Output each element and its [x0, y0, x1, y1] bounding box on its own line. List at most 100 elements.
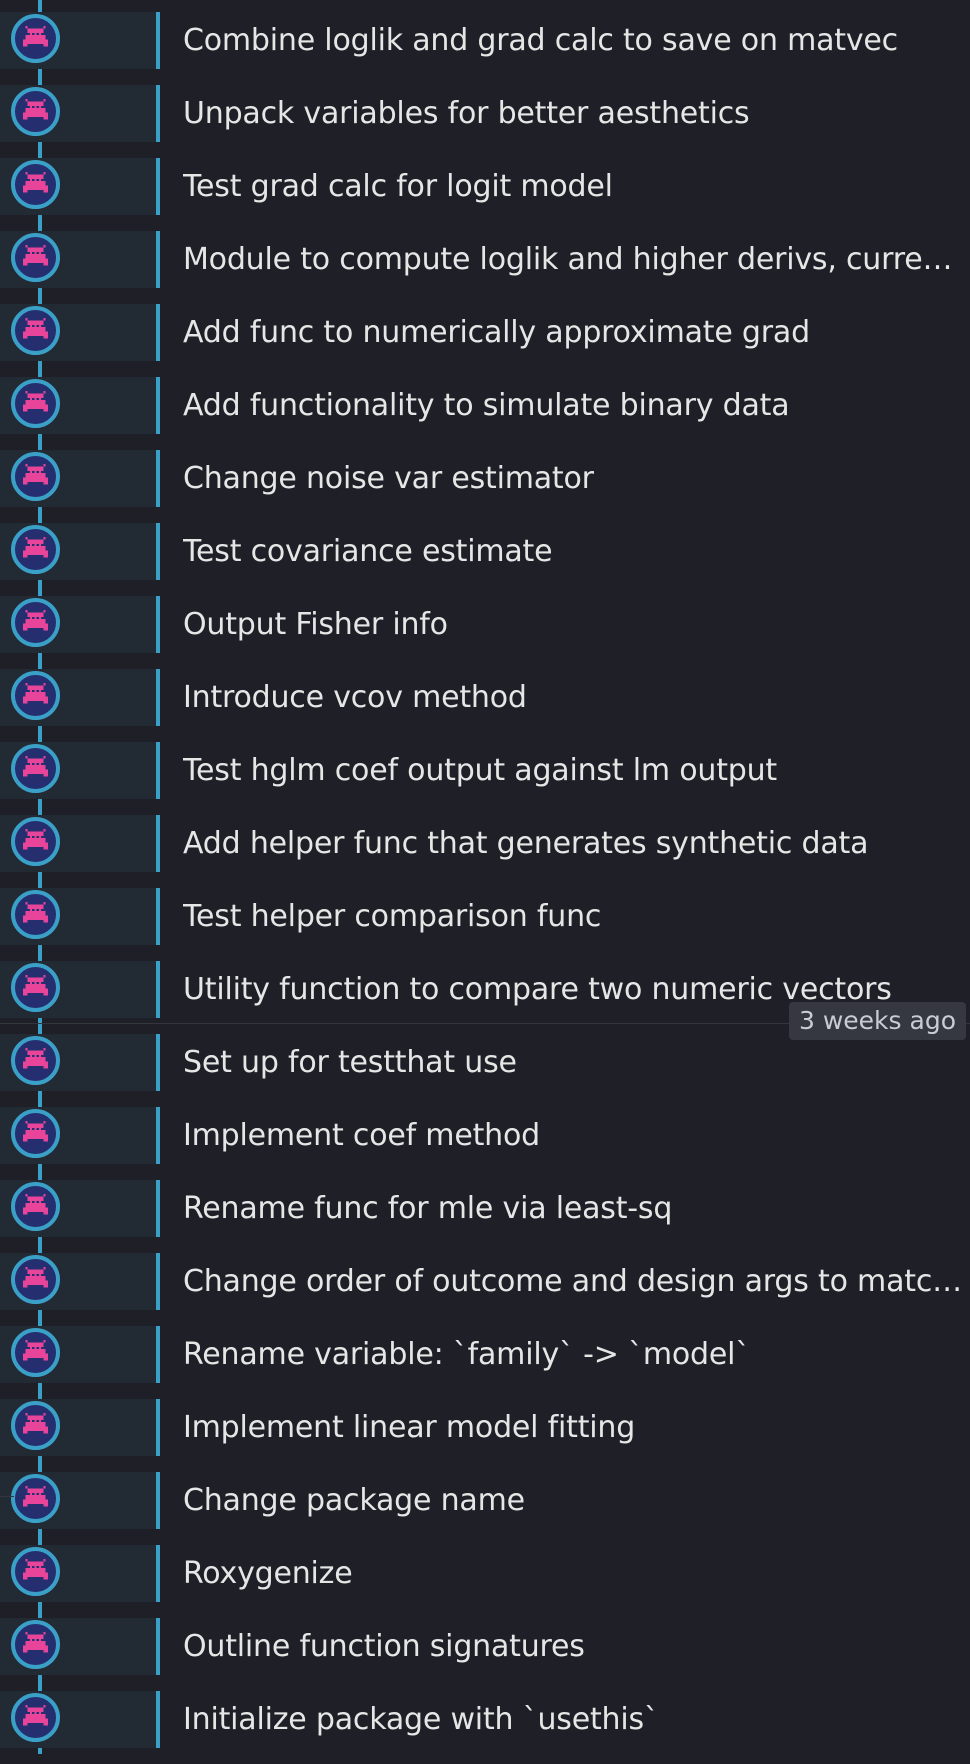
commit-message[interactable]: Implement coef method	[183, 1107, 965, 1164]
pixel-invader-icon	[23, 902, 48, 923]
commit-row-edge	[156, 1545, 160, 1602]
commit-message[interactable]: Test grad calc for logit model	[183, 158, 965, 215]
author-avatar[interactable]	[11, 817, 60, 866]
commit-row[interactable]: Implement coef method	[0, 1107, 970, 1180]
commit-message[interactable]: Outline function signatures	[183, 1618, 965, 1675]
pixel-invader-icon	[23, 1705, 48, 1726]
commit-row[interactable]: Combine loglik and grad calc to save on …	[0, 12, 970, 85]
commit-message[interactable]: Rename variable: `family` -> `model`	[183, 1326, 965, 1383]
pixel-invader-icon	[23, 318, 48, 339]
commit-row[interactable]: Rename func for mle via least-sq	[0, 1180, 970, 1253]
commit-row[interactable]: Rename variable: `family` -> `model`	[0, 1326, 970, 1399]
author-avatar[interactable]	[11, 1182, 60, 1231]
commit-message[interactable]: Change order of outcome and design args …	[183, 1253, 965, 1310]
commit-row-edge	[156, 158, 160, 215]
commit-message[interactable]: Combine loglik and grad calc to save on …	[183, 12, 965, 69]
commit-row-edge	[156, 1034, 160, 1091]
author-avatar[interactable]	[11, 1255, 60, 1304]
author-avatar[interactable]	[11, 671, 60, 720]
pixel-invader-icon	[23, 245, 48, 266]
commit-row[interactable]: Implement linear model fitting	[0, 1399, 970, 1472]
pixel-invader-icon	[23, 829, 48, 850]
commit-row[interactable]: Set up for testthat use	[0, 1034, 970, 1107]
commit-row-edge	[156, 1107, 160, 1164]
commit-row[interactable]: Unpack variables for better aesthetics	[0, 85, 970, 158]
author-avatar[interactable]	[11, 1474, 60, 1523]
commit-message[interactable]: Add functionality to simulate binary dat…	[183, 377, 965, 434]
author-avatar[interactable]	[11, 890, 60, 939]
pixel-invader-icon	[23, 756, 48, 777]
author-avatar[interactable]	[11, 452, 60, 501]
author-avatar[interactable]	[11, 87, 60, 136]
pixel-invader-icon	[23, 537, 48, 558]
author-avatar[interactable]	[11, 1328, 60, 1377]
commit-row[interactable]: Test hglm coef output against lm output	[0, 742, 970, 815]
commit-row-edge	[156, 1618, 160, 1675]
author-avatar[interactable]	[11, 525, 60, 574]
pixel-invader-icon	[23, 1559, 48, 1580]
author-avatar[interactable]	[11, 379, 60, 428]
commit-message[interactable]: Introduce vcov method	[183, 669, 965, 726]
commit-row[interactable]: Initialize package with `usethis`	[0, 1691, 970, 1764]
author-avatar[interactable]	[11, 744, 60, 793]
author-avatar[interactable]	[11, 598, 60, 647]
commit-message[interactable]: Test hglm coef output against lm output	[183, 742, 965, 799]
commit-message[interactable]: Rename func for mle via least-sq	[183, 1180, 965, 1237]
author-avatar[interactable]	[11, 306, 60, 355]
author-avatar[interactable]	[11, 1401, 60, 1450]
commit-message[interactable]: Change package name	[183, 1472, 965, 1529]
commit-row[interactable]: Change noise var estimator	[0, 450, 970, 523]
pixel-invader-icon	[23, 26, 48, 47]
commit-row-edge	[156, 815, 160, 872]
author-avatar[interactable]	[11, 1693, 60, 1742]
commit-row[interactable]: Outline function signatures	[0, 1618, 970, 1691]
author-avatar[interactable]	[11, 963, 60, 1012]
author-avatar[interactable]	[11, 14, 60, 63]
commit-row[interactable]: Module to compute loglik and higher deri…	[0, 231, 970, 304]
commit-row[interactable]: Add func to numerically approximate grad	[0, 304, 970, 377]
commit-message[interactable]: Implement linear model fitting	[183, 1399, 965, 1456]
author-avatar[interactable]	[11, 160, 60, 209]
commit-row[interactable]: Change package name	[0, 1472, 970, 1545]
commit-row[interactable]: Change order of outcome and design args …	[0, 1253, 970, 1326]
commit-row[interactable]: Add functionality to simulate binary dat…	[0, 377, 970, 450]
commit-message[interactable]: Roxygenize	[183, 1545, 965, 1602]
commit-row[interactable]: Add helper func that generates synthetic…	[0, 815, 970, 888]
author-avatar[interactable]	[11, 1109, 60, 1158]
author-avatar[interactable]	[11, 1547, 60, 1596]
commit-message[interactable]: Initialize package with `usethis`	[183, 1691, 965, 1748]
commit-row[interactable]: Test grad calc for logit model	[0, 158, 970, 231]
pixel-invader-icon	[23, 1267, 48, 1288]
commit-row-edge	[156, 450, 160, 507]
pixel-invader-icon	[23, 1340, 48, 1361]
commit-row-edge	[156, 1180, 160, 1237]
pixel-invader-icon	[23, 1121, 48, 1142]
commit-message[interactable]: Set up for testthat use	[183, 1034, 965, 1091]
author-avatar[interactable]	[11, 1620, 60, 1669]
commit-row[interactable]: Test helper comparison func	[0, 888, 970, 961]
commit-row-edge	[156, 231, 160, 288]
commit-row[interactable]: Test covariance estimate	[0, 523, 970, 596]
commit-row[interactable]: Introduce vcov method	[0, 669, 970, 742]
author-avatar[interactable]	[11, 1036, 60, 1085]
commit-row-edge	[156, 85, 160, 142]
commit-message[interactable]: Test covariance estimate	[183, 523, 965, 580]
pixel-invader-icon	[23, 1048, 48, 1069]
commit-message[interactable]: Add func to numerically approximate grad	[183, 304, 965, 361]
commit-row-edge	[156, 523, 160, 580]
commit-message[interactable]: Unpack variables for better aesthetics	[183, 85, 965, 142]
pixel-invader-icon	[23, 1413, 48, 1434]
pixel-invader-icon	[23, 1632, 48, 1653]
date-badge: 3 weeks ago	[789, 1002, 966, 1040]
author-avatar[interactable]	[11, 233, 60, 282]
commit-message[interactable]: Add helper func that generates synthetic…	[183, 815, 965, 872]
commit-message[interactable]: Module to compute loglik and higher deri…	[183, 231, 965, 288]
commit-row-edge	[156, 1326, 160, 1383]
commit-row-edge	[156, 1691, 160, 1748]
commit-row[interactable]: Output Fisher info	[0, 596, 970, 669]
commit-row[interactable]: Roxygenize	[0, 1545, 970, 1618]
commit-message[interactable]: Output Fisher info	[183, 596, 965, 653]
commit-message[interactable]: Test helper comparison func	[183, 888, 965, 945]
commit-row-edge	[156, 961, 160, 1018]
commit-message[interactable]: Change noise var estimator	[183, 450, 965, 507]
